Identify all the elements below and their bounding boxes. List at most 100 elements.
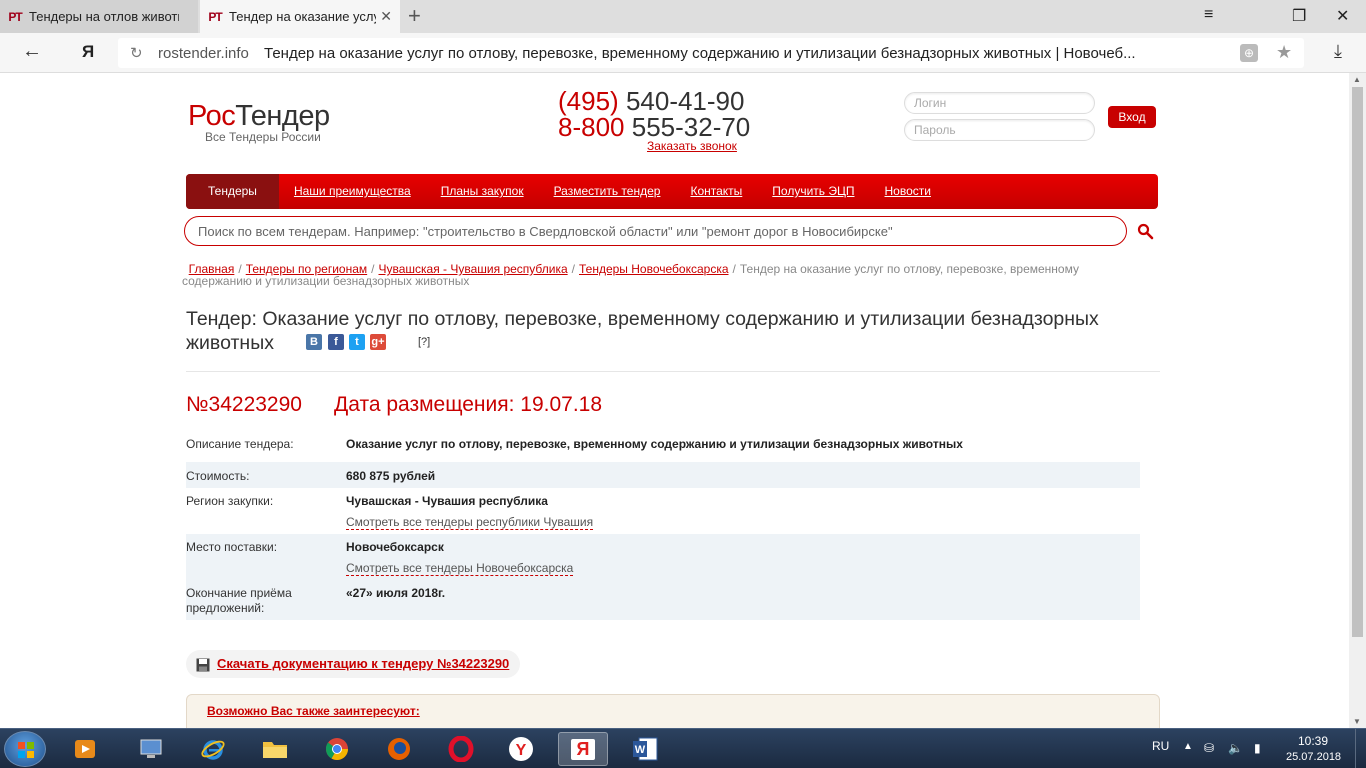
network-icon[interactable]: ▮ (1254, 741, 1268, 755)
address-bar: ← Я ↻ rostender.info Тендер на оказание … (0, 33, 1366, 73)
city-tenders-link[interactable]: Смотреть все тендеры Новочебоксарска (346, 561, 574, 576)
word-icon[interactable]: W (620, 732, 670, 766)
row-label: Регион закупки: (186, 494, 274, 508)
page-scrollbar[interactable]: ▲ ▼ (1349, 73, 1366, 728)
windows-taskbar: Y Я W RU ▲ ⛁ 🔈 ▮ 10:39 25.07.2018 (0, 728, 1366, 768)
clock-date[interactable]: 25.07.2018 (1286, 751, 1341, 763)
media-player-icon[interactable] (60, 732, 110, 766)
breadcrumb: Главная / Тендеры по регионам / Чувашская - … (182, 263, 1142, 287)
row-label: Стоимость: (186, 469, 250, 483)
yandex-app-label: Я (570, 738, 596, 760)
start-button[interactable] (4, 731, 46, 767)
search-icon[interactable] (1137, 223, 1154, 240)
opera-icon[interactable] (436, 732, 486, 766)
tender-info-table: Описание тендера: Оказание услуг по отло… (186, 430, 1140, 620)
logo-subtitle: Все Тендеры России (205, 130, 321, 144)
logo-part-ros: Рос (188, 100, 236, 132)
usb-icon[interactable]: ⛁ (1204, 741, 1218, 755)
scroll-down-icon[interactable]: ▼ (1353, 717, 1361, 726)
tray-expand-icon[interactable]: ▲ (1183, 741, 1193, 752)
close-tab-icon[interactable]: ✕ (380, 8, 392, 25)
url-host: rostender.info (158, 45, 249, 62)
scroll-thumb[interactable] (1352, 87, 1363, 637)
browser-tab-bar: PT Тендеры на отлов животных PT Тендер н… (0, 0, 1366, 33)
internet-explorer-icon[interactable] (188, 732, 238, 766)
volume-icon[interactable]: 🔈 (1228, 741, 1243, 755)
computer-icon[interactable] (126, 732, 176, 766)
breadcrumb-separator: / (571, 262, 575, 276)
help-link[interactable]: [?] (418, 336, 430, 348)
callback-link[interactable]: Заказать звонок (647, 139, 737, 153)
scroll-up-icon[interactable]: ▲ (1353, 75, 1361, 84)
login-button[interactable]: Вход (1108, 106, 1156, 128)
menu-item-place-tender[interactable]: Разместить тендер (539, 174, 676, 209)
table-row: Описание тендера: Оказание услуг по отло… (186, 430, 1140, 462)
download-docs-link[interactable]: Скачать документацию к тендеру №34223290 (217, 656, 509, 671)
menu-item-plans[interactable]: Планы закупок (426, 174, 539, 209)
breadcrumb-separator: / (732, 262, 736, 276)
logo-part-tender: Тендер (235, 100, 330, 132)
row-value: Чувашская - Чувашия республика (346, 494, 548, 508)
browser-menu-icon[interactable]: ≡ (1204, 6, 1213, 24)
menu-item-ecp[interactable]: Получить ЭЦП (757, 174, 869, 209)
divider (186, 371, 1160, 372)
tender-number: №34223290 (186, 393, 302, 416)
related-tenders-title[interactable]: Возможно Вас также заинтересуют: (207, 704, 420, 718)
bookmark-star-icon[interactable]: ★ (1276, 42, 1292, 63)
googleplus-share-icon[interactable]: g+ (370, 334, 386, 350)
phone-code: 8-800 (558, 112, 625, 142)
search-input[interactable] (184, 216, 1127, 246)
facebook-share-icon[interactable]: f (328, 334, 344, 350)
rostender-favicon: PT (208, 9, 222, 24)
table-row: Место поставки: Новочебоксарск Смотреть … (186, 534, 1140, 580)
menu-item-news[interactable]: Новости (870, 174, 946, 209)
reload-icon[interactable]: ↻ (130, 44, 143, 62)
row-label: Место поставки: (186, 540, 278, 554)
clock-time[interactable]: 10:39 (1298, 734, 1328, 748)
back-arrow-icon[interactable]: ← (22, 40, 42, 63)
browser-tab-1[interactable]: PT Тендеры на отлов животных (0, 0, 198, 33)
show-desktop-button[interactable] (1355, 729, 1366, 768)
table-row: Окончание приёма предложений: «27» июля … (186, 580, 1140, 620)
yandex-browser-icon[interactable]: Y (496, 732, 546, 766)
close-window-icon[interactable]: ✕ (1336, 6, 1349, 26)
phone-number: 555-32-70 (631, 112, 751, 142)
download-docs-button[interactable]: Скачать документацию к тендеру №34223290 (186, 650, 520, 678)
menu-item-contacts[interactable]: Контакты (675, 174, 757, 209)
chrome-icon[interactable] (312, 732, 362, 766)
floppy-disk-icon (196, 658, 210, 672)
twitter-share-icon[interactable]: t (349, 334, 365, 350)
url-page-title: Тендер на оказание услуг по отлову, пере… (264, 45, 1136, 62)
browser-tab-2[interactable]: PT Тендер на оказание услуг по отлову ✕ (200, 0, 400, 33)
login-input[interactable] (904, 92, 1095, 114)
menu-item-tenders[interactable]: Тендеры (186, 174, 279, 209)
windows-logo-icon (18, 742, 34, 758)
menu-item-advantages[interactable]: Наши преимущества (279, 174, 426, 209)
tab-title: Тендеры на отлов животных (29, 9, 179, 24)
row-value: Оказание услуг по отлову, перевозке, вре… (346, 437, 963, 451)
breadcrumb-city[interactable]: Тендеры Новочебоксарска (579, 262, 729, 276)
row-label: Описание тендера: (186, 437, 294, 451)
password-input[interactable] (904, 119, 1095, 141)
svg-text:W: W (635, 744, 646, 756)
explorer-folder-icon[interactable] (250, 732, 300, 766)
firefox-icon[interactable] (374, 732, 424, 766)
language-indicator[interactable]: RU (1152, 739, 1169, 753)
row-label: Окончание приёма предложений: (186, 586, 292, 615)
site-logo[interactable]: РосТендер (188, 100, 330, 133)
region-tenders-link[interactable]: Смотреть все тендеры республики Чувашия (346, 515, 594, 530)
yandex-logo-icon[interactable]: Я (82, 42, 94, 62)
row-value: Новочебоксарск (346, 540, 444, 554)
svg-text:Y: Y (516, 742, 527, 759)
tab-title: Тендер на оказание услуг по отлову (229, 9, 376, 24)
yandex-app-icon[interactable]: Я (558, 732, 608, 766)
download-icon[interactable]: ⤓ (1334, 41, 1342, 62)
table-row: Регион закупки: Чувашская - Чувашия респ… (186, 488, 1140, 534)
restore-window-icon[interactable]: ❐ (1292, 6, 1306, 26)
vk-share-icon[interactable]: В (306, 334, 322, 350)
new-tab-icon[interactable]: + (408, 3, 421, 29)
site-info-icon[interactable]: ⊕ (1240, 44, 1258, 62)
main-menu: Тендеры Наши преимущества Планы закупок … (186, 174, 1158, 209)
url-field[interactable]: ↻ rostender.info Тендер на оказание услу… (118, 38, 1304, 68)
table-row: Стоимость: 680 875 рублей (186, 462, 1140, 488)
